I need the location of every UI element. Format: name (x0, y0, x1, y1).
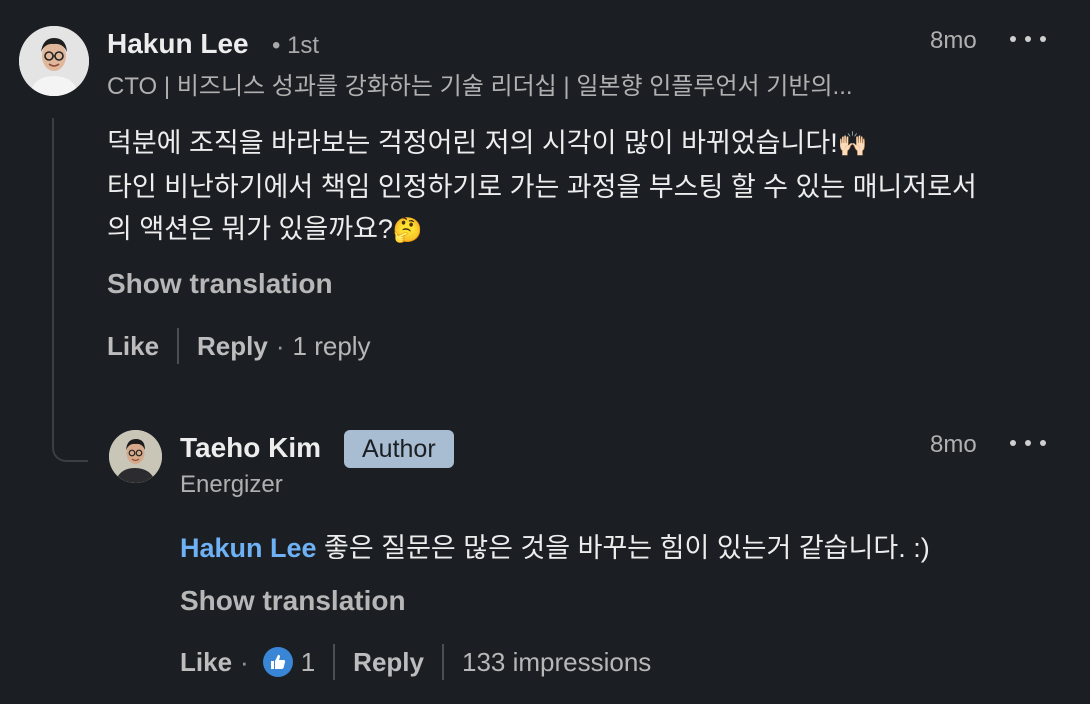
divider (441, 644, 444, 680)
thumbs-up-reaction-icon[interactable] (262, 647, 293, 677)
mention-link[interactable]: Hakun Lee (180, 533, 317, 563)
reply-timestamp: 8mo (930, 431, 977, 458)
reply-body: Hakun Lee 좋은 질문은 많은 것을 바꾸는 힘이 있는거 같습니다. … (180, 528, 930, 568)
commenter-name[interactable]: Hakun Lee (107, 28, 249, 60)
divider (333, 644, 336, 680)
more-options-icon[interactable] (1010, 428, 1046, 458)
reaction-count[interactable]: 1 (301, 647, 315, 678)
like-button[interactable]: Like (107, 331, 159, 362)
separator-dot: · (240, 646, 249, 677)
like-button[interactable]: Like (180, 647, 232, 678)
reply-author-name[interactable]: Taeho Kim (180, 432, 321, 464)
reply-text: 좋은 질문은 많은 것을 바꾸는 힘이 있는거 같습니다. :) (316, 533, 930, 563)
commenter-avatar[interactable] (19, 26, 89, 96)
reply-author-headline: Energizer (180, 471, 283, 498)
separator-dot: · (275, 330, 285, 361)
reply-button[interactable]: Reply (197, 331, 268, 362)
reply-button[interactable]: Reply (353, 647, 424, 678)
divider (177, 328, 180, 364)
show-translation-button[interactable]: Show translation (107, 268, 333, 300)
comment-timestamp: 8mo (930, 27, 977, 54)
show-translation-button[interactable]: Show translation (180, 585, 406, 617)
author-badge: Author (344, 430, 454, 468)
thinking-face-emoji: 🤔 (392, 217, 423, 244)
comment-actions: Like Reply · 1 reply (107, 328, 371, 364)
comment-body-line: 의 액션은 뭐가 있을까요? (107, 214, 393, 244)
reply-actions: Like · 1 Reply 133 impressions (180, 644, 651, 680)
more-options-icon[interactable] (1010, 24, 1046, 54)
comment-body-line: 덕분에 조직을 바라보는 걱정어린 저의 시각이 많이 바뀌었습니다! (107, 128, 838, 158)
raising-hands-emoji: 🙌🏻 (837, 131, 868, 158)
comment-body: 덕분에 조직을 바라보는 걱정어린 저의 시각이 많이 바뀌었습니다!🙌🏻 타인… (107, 122, 1052, 252)
commenter-headline: CTO | 비즈니스 성과를 강화하는 기술 리더십 | 일본향 인플루언서 기… (107, 73, 853, 100)
connection-degree: • 1st (272, 32, 320, 59)
reply-author-avatar[interactable] (109, 430, 162, 483)
thread-connector-line (52, 118, 88, 462)
comment-body-line: 타인 비난하기에서 책임 인정하기로 가는 과정을 부스팅 할 수 있는 매니저… (107, 172, 977, 202)
reply-count-link[interactable]: 1 reply (293, 331, 371, 362)
impressions-count: 133 impressions (461, 646, 652, 677)
